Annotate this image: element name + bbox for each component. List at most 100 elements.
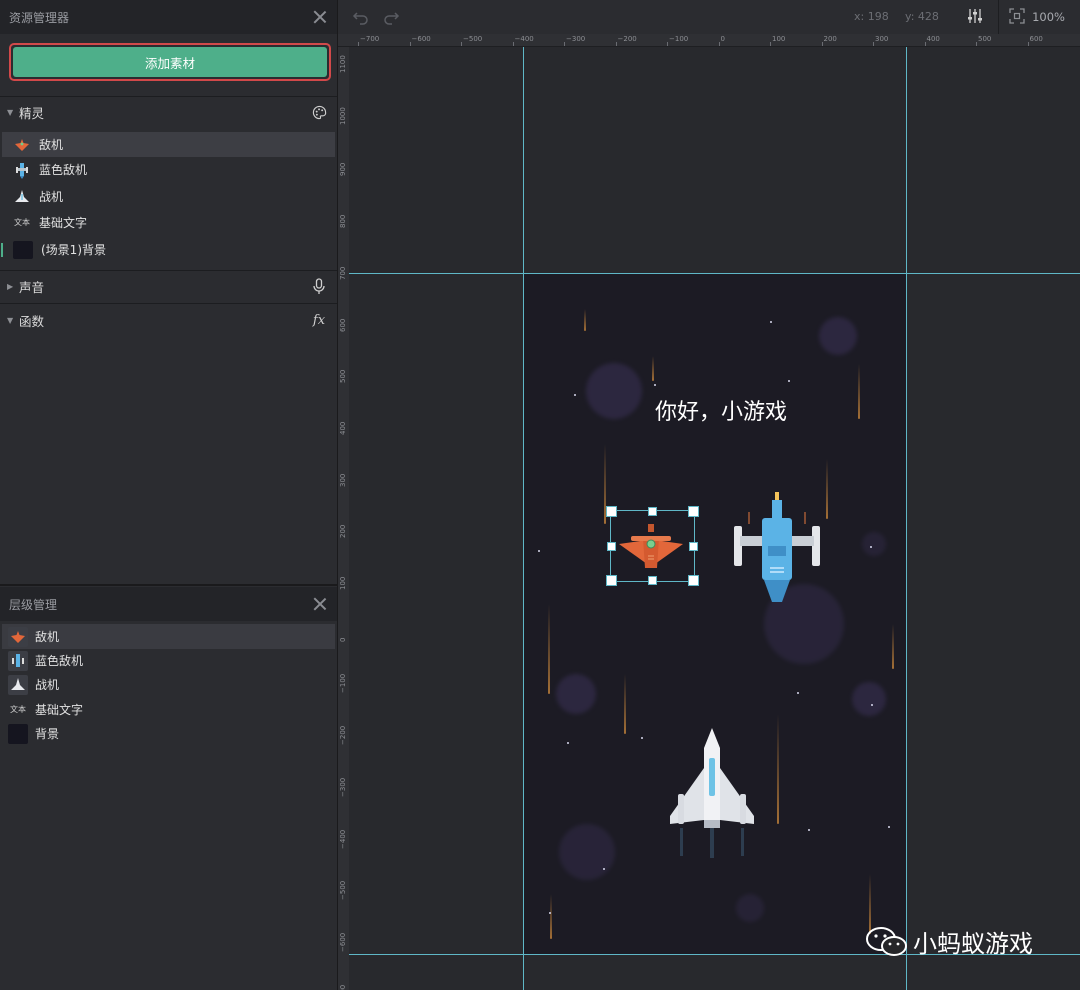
section-sprites-label: 精灵 bbox=[19, 105, 45, 121]
text-thumb-icon: 文本 bbox=[10, 705, 26, 714]
layer-item-fighter[interactable]: 战机 bbox=[2, 672, 335, 697]
palette-icon[interactable] bbox=[310, 103, 328, 121]
guide-line-vertical[interactable] bbox=[523, 47, 524, 990]
guide-line-horizontal[interactable] bbox=[349, 273, 1080, 274]
resize-handle[interactable] bbox=[688, 575, 699, 586]
close-icon[interactable] bbox=[313, 10, 327, 24]
meteor-streak bbox=[548, 604, 550, 694]
fighter-thumb-icon bbox=[8, 674, 28, 695]
enemy-plane-thumb-icon bbox=[13, 136, 31, 154]
nebula-blob bbox=[852, 682, 886, 716]
resize-handle[interactable] bbox=[606, 575, 617, 586]
fighter-thumb-icon bbox=[13, 188, 31, 206]
watermark: 小蚂蚁游戏 bbox=[865, 924, 1033, 959]
nebula-blob bbox=[559, 824, 615, 880]
ruler-label: 1100 bbox=[339, 55, 347, 73]
divider bbox=[0, 303, 337, 304]
section-sound-label: 声音 bbox=[19, 279, 45, 295]
ruler-label: −700 bbox=[360, 35, 380, 43]
asset-panel-header: 资源管理器 bbox=[0, 0, 337, 34]
ruler-label: 400 bbox=[339, 421, 347, 435]
meteor-streak bbox=[624, 674, 626, 734]
star bbox=[870, 546, 872, 548]
meteor-streak bbox=[777, 714, 779, 824]
resize-handle[interactable] bbox=[689, 542, 698, 551]
ruler-label: 1000 bbox=[339, 106, 347, 125]
ruler-label: −500 bbox=[339, 880, 347, 901]
ruler-label: −500 bbox=[463, 35, 483, 43]
nebula-blob bbox=[556, 674, 596, 714]
layer-item-background[interactable]: 背景 bbox=[2, 721, 335, 746]
ruler-label: 0 bbox=[339, 637, 347, 642]
star bbox=[797, 692, 799, 694]
layer-label: 基础文字 bbox=[35, 703, 84, 717]
microphone-icon[interactable] bbox=[310, 277, 328, 295]
resize-handle[interactable] bbox=[607, 542, 616, 551]
star bbox=[871, 704, 873, 706]
background-thumb-icon bbox=[13, 240, 33, 259]
ruler-label: −700 bbox=[339, 984, 347, 990]
fx-icon[interactable]: fx bbox=[310, 311, 328, 329]
zoom-level[interactable]: 100% bbox=[1032, 10, 1065, 24]
toolbar-separator bbox=[998, 0, 999, 34]
section-functions[interactable]: ▼ 函数 fx bbox=[0, 307, 337, 333]
expanded-triangle-icon: ▼ bbox=[7, 315, 14, 325]
sprite-item-blue-enemy[interactable]: 蓝色敌机 bbox=[2, 157, 335, 182]
watermark-text: 小蚂蚁游戏 bbox=[913, 930, 1033, 958]
section-sprites[interactable]: ▼ 精灵 bbox=[0, 99, 337, 125]
ruler-label: −400 bbox=[514, 35, 534, 43]
resize-handle[interactable] bbox=[648, 507, 657, 516]
close-icon[interactable] bbox=[313, 597, 327, 611]
resize-handle[interactable] bbox=[648, 576, 657, 585]
collapsed-triangle-icon: ▶ bbox=[7, 281, 14, 291]
ruler-label: −600 bbox=[411, 35, 431, 43]
layer-item-text[interactable]: 文本 基础文字 bbox=[2, 697, 335, 722]
fit-screen-icon[interactable] bbox=[1008, 8, 1026, 26]
ruler-label: 300 bbox=[339, 473, 347, 487]
selection-box[interactable] bbox=[606, 506, 699, 586]
ruler-label: −100 bbox=[339, 674, 347, 694]
sprite-item-fighter[interactable]: 战机 bbox=[2, 184, 335, 209]
ruler-label: 600 bbox=[339, 318, 347, 332]
nebula-blob bbox=[819, 317, 857, 355]
sprite-label: 敌机 bbox=[39, 138, 64, 152]
layer-item-blue-enemy[interactable]: 蓝色敌机 bbox=[2, 648, 335, 673]
section-sound[interactable]: ▶ 声音 bbox=[0, 273, 337, 299]
ruler-tick bbox=[976, 42, 977, 46]
guide-line-vertical[interactable] bbox=[906, 47, 907, 990]
ruler-tick bbox=[564, 42, 565, 46]
sprite-item-background[interactable]: (场景1)背景 bbox=[2, 237, 335, 262]
sprite-item-enemy[interactable]: 敌机 bbox=[2, 132, 335, 157]
game-stage[interactable]: 你好，小游戏 bbox=[524, 274, 906, 955]
left-sidebar: 资源管理器 添加素材 ▼ 精灵 敌机 蓝色敌机 战机 文本 基础文字 (场景1)… bbox=[0, 0, 338, 990]
meteor-streak bbox=[550, 894, 552, 939]
background-thumb-icon bbox=[8, 723, 28, 744]
undo-icon[interactable] bbox=[352, 8, 370, 26]
add-asset-button[interactable]: 添加素材 bbox=[13, 47, 327, 77]
editor-canvas[interactable]: 你好，小游戏 bbox=[349, 47, 1080, 990]
star bbox=[808, 829, 810, 831]
sprite-item-text[interactable]: 文本 基础文字 bbox=[2, 210, 335, 235]
layer-label: 背景 bbox=[35, 727, 60, 741]
resize-handle[interactable] bbox=[688, 506, 699, 517]
star bbox=[603, 868, 605, 870]
fighter-sprite[interactable] bbox=[666, 728, 758, 860]
redo-icon[interactable] bbox=[382, 8, 400, 26]
enemy-plane-thumb-icon bbox=[8, 626, 28, 647]
ruler-label: 200 bbox=[339, 524, 347, 539]
ruler-tick bbox=[873, 42, 874, 46]
blue-enemy-sprite[interactable] bbox=[732, 492, 822, 604]
star bbox=[654, 384, 656, 386]
star bbox=[888, 826, 890, 828]
ruler-label: −300 bbox=[339, 777, 347, 797]
layer-item-enemy[interactable]: 敌机 bbox=[2, 624, 335, 649]
resize-handle[interactable] bbox=[606, 506, 617, 517]
text-thumb-icon: 文本 bbox=[14, 218, 30, 227]
horizontal-ruler: −700 −600 −500 −400 −300 −200 −100 0 100 200 300 40… bbox=[338, 34, 1080, 47]
meteor-streak bbox=[584, 309, 586, 331]
ruler-label: 400 bbox=[926, 35, 940, 43]
sliders-icon[interactable] bbox=[966, 8, 984, 26]
ruler-label: 100 bbox=[339, 576, 347, 590]
nebula-blob bbox=[862, 532, 886, 556]
stage-text[interactable]: 你好，小游戏 bbox=[524, 394, 906, 426]
